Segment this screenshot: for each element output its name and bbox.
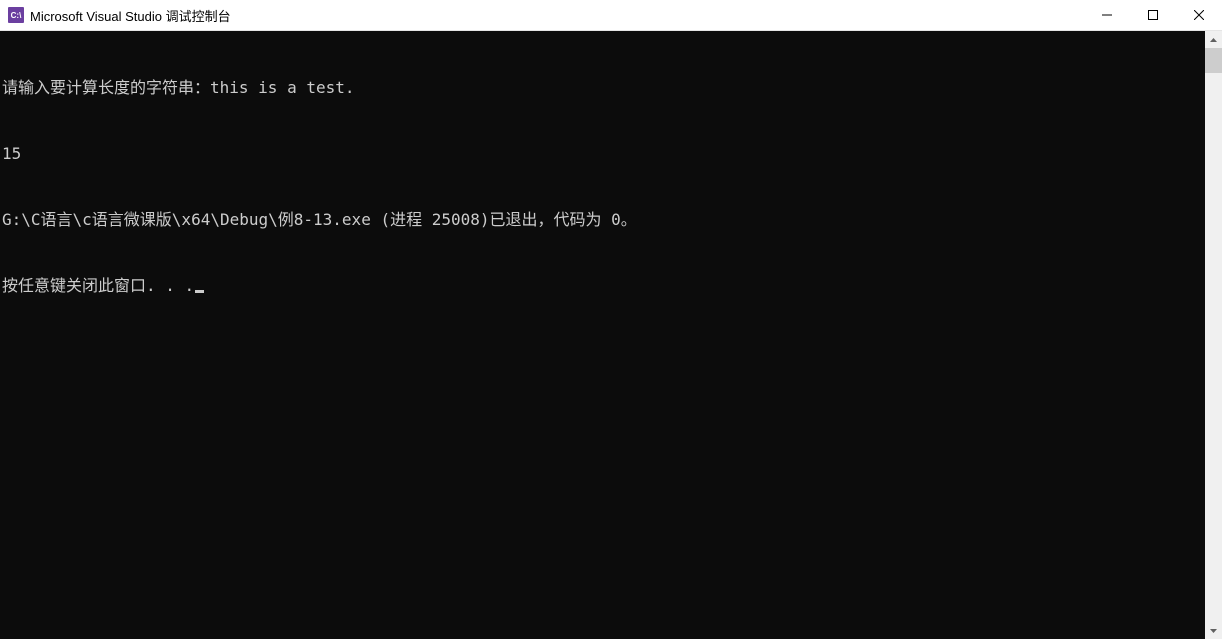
maximize-icon xyxy=(1148,10,1158,20)
close-icon xyxy=(1194,10,1204,20)
scrollbar-track[interactable] xyxy=(1205,48,1222,622)
minimize-icon xyxy=(1102,10,1112,20)
scrollbar-up-button[interactable] xyxy=(1205,31,1222,48)
console-text: 按任意键关闭此窗口. . . xyxy=(2,276,194,295)
minimize-button[interactable] xyxy=(1084,0,1130,30)
scrollbar-down-button[interactable] xyxy=(1205,622,1222,639)
window-title: Microsoft Visual Studio 调试控制台 xyxy=(30,6,1084,25)
maximize-button[interactable] xyxy=(1130,0,1176,30)
text-cursor xyxy=(195,290,204,293)
console-line: 15 xyxy=(2,143,1203,165)
console-area: 请输入要计算长度的字符串：this is a test. 15 G:\C语言\c… xyxy=(0,31,1222,639)
chevron-down-icon xyxy=(1210,629,1217,633)
vertical-scrollbar[interactable] xyxy=(1205,31,1222,639)
chevron-up-icon xyxy=(1210,38,1217,42)
app-icon-text: C:\ xyxy=(11,11,22,20)
app-icon: C:\ xyxy=(8,7,24,23)
window-controls xyxy=(1084,0,1222,30)
console-line: G:\C语言\c语言微课版\x64\Debug\例8-13.exe (进程 25… xyxy=(2,209,1203,231)
window-titlebar: C:\ Microsoft Visual Studio 调试控制台 xyxy=(0,0,1222,31)
scrollbar-thumb[interactable] xyxy=(1205,48,1222,73)
console-line: 按任意键关闭此窗口. . . xyxy=(2,275,1203,297)
console-output[interactable]: 请输入要计算长度的字符串：this is a test. 15 G:\C语言\c… xyxy=(0,31,1205,639)
console-line: 请输入要计算长度的字符串：this is a test. xyxy=(2,77,1203,99)
close-button[interactable] xyxy=(1176,0,1222,30)
